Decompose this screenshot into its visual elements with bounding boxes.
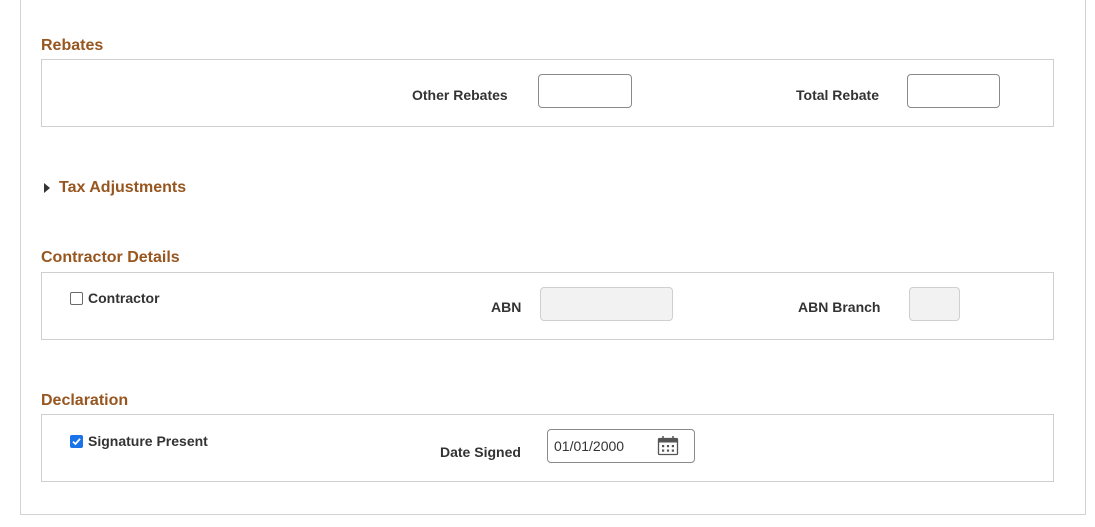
abn-branch-input [909,287,960,321]
date-signed-label: Date Signed [440,444,521,460]
check-icon [72,438,81,446]
triangle-right-icon [44,183,50,193]
contractor-checkbox[interactable] [70,292,83,305]
date-signed-field [547,429,695,463]
calendar-button[interactable] [656,435,680,457]
tax-adjustments-toggle[interactable]: Tax Adjustments [44,178,186,198]
other-rebates-input[interactable] [538,74,632,108]
total-rebate-label: Total Rebate [796,87,879,103]
other-rebates-label: Other Rebates [412,87,508,103]
rebates-group: Other Rebates Total Rebate [41,59,1054,127]
contractor-details-group: Contractor ABN ABN Branch [41,272,1054,340]
abn-branch-label: ABN Branch [798,299,881,315]
contractor-label: Contractor [88,290,160,306]
total-rebate-input[interactable] [907,74,1000,108]
abn-input [540,287,673,321]
contractor-details-title: Contractor Details [41,249,180,266]
abn-label: ABN [491,299,522,315]
date-signed-input[interactable] [548,430,664,462]
calendar-icon [657,436,679,456]
rebates-title: Rebates [41,37,104,54]
tax-adjustments-title: Tax Adjustments [59,179,187,196]
signature-present-label: Signature Present [88,433,208,449]
declaration-title: Declaration [41,392,129,409]
signature-present-checkbox[interactable] [70,435,83,448]
